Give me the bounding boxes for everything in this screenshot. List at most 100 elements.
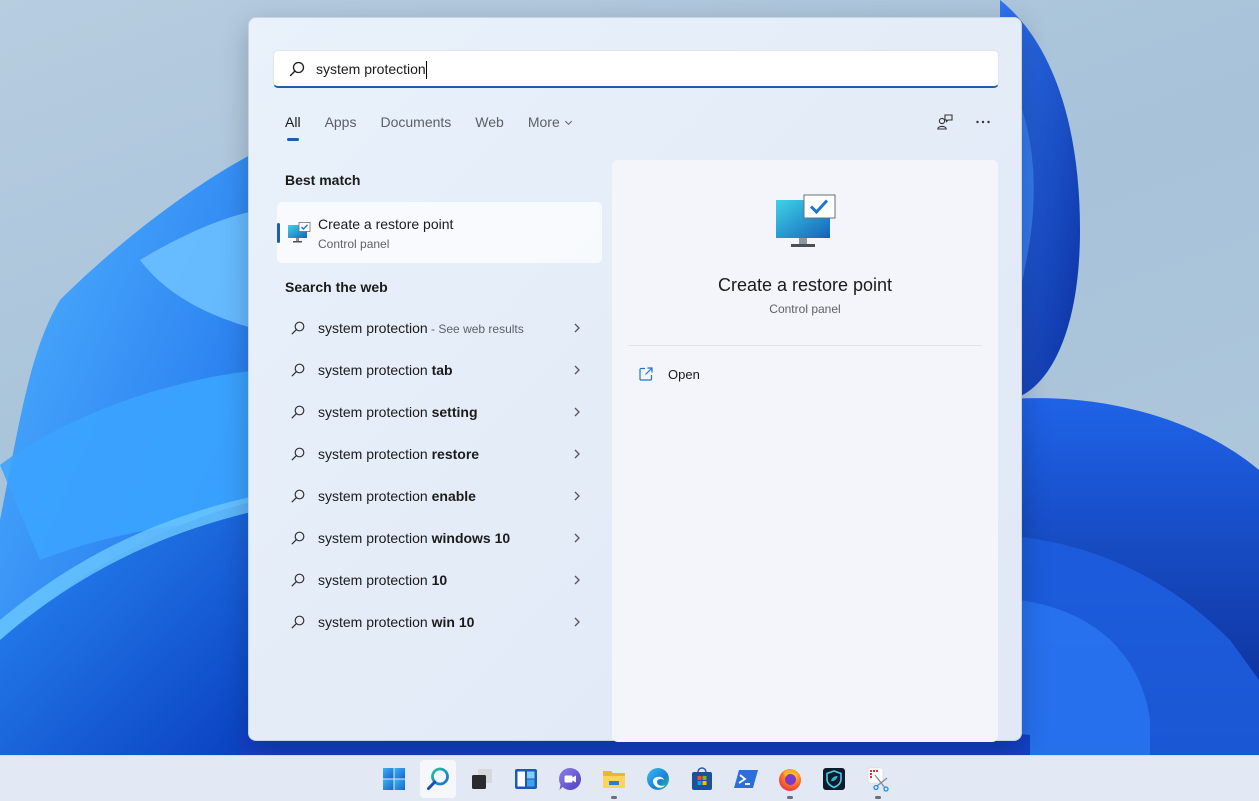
search-box[interactable] xyxy=(273,50,999,88)
suggestion-completion: windows 10 xyxy=(431,530,511,546)
widgets-icon xyxy=(515,769,537,789)
taskbar-edge[interactable] xyxy=(636,756,680,801)
edge-browser-icon xyxy=(647,768,669,790)
chevron-right-icon xyxy=(574,365,580,375)
taskbar-store[interactable] xyxy=(680,756,724,801)
web-suggestion-item[interactable]: system protection win 10 xyxy=(277,601,602,643)
web-suggestions-list: system protection - See web results syste… xyxy=(277,307,602,643)
preview-title: Create a restore point xyxy=(717,275,893,295)
search-icon xyxy=(291,447,305,461)
windows-start-icon xyxy=(383,768,405,790)
web-suggestion-item[interactable]: system protection windows 10 xyxy=(277,517,602,559)
suggestion-query: system protection xyxy=(318,572,432,588)
tab-label: Web xyxy=(475,114,504,130)
taskbar-pinned-apps xyxy=(372,756,900,801)
filter-tabs: All Apps Documents Web More xyxy=(285,114,597,141)
suggestion-text: system protection tab xyxy=(318,362,453,378)
suggestion-query: system protection xyxy=(318,530,432,546)
firefox-icon xyxy=(779,769,801,791)
text-caret xyxy=(426,61,427,79)
tab-apps[interactable]: Apps xyxy=(325,114,357,130)
tab-label: Apps xyxy=(324,114,357,130)
taskbar-powershell[interactable] xyxy=(724,756,768,801)
taskbar-firefox[interactable] xyxy=(768,756,812,801)
search-icon xyxy=(427,767,449,790)
search-icon xyxy=(291,363,305,377)
suggestion-completion: setting xyxy=(431,404,478,420)
taskbar-file-explorer[interactable] xyxy=(592,756,636,801)
best-match-heading: Best match xyxy=(285,172,361,188)
search-icon xyxy=(291,615,305,629)
tab-documents[interactable]: Documents xyxy=(380,114,451,130)
search-icon xyxy=(289,61,305,76)
tab-all[interactable]: All xyxy=(285,114,301,141)
web-suggestion-item[interactable]: system protection setting xyxy=(277,391,602,433)
shield-app-icon xyxy=(823,768,845,790)
taskbar-snipping-tool[interactable] xyxy=(856,756,900,801)
tab-web[interactable]: Web xyxy=(475,114,504,130)
web-suggestion-item[interactable]: system protection - See web results xyxy=(277,307,602,349)
search-icon xyxy=(291,573,305,587)
search-icon xyxy=(291,489,305,503)
taskbar-teams-chat[interactable] xyxy=(548,756,592,801)
restore-point-large-icon xyxy=(776,194,836,247)
chevron-down-icon xyxy=(564,120,572,125)
more-options-icon xyxy=(976,120,990,124)
taskbar-task-view[interactable] xyxy=(460,756,504,801)
taskbar-widgets[interactable] xyxy=(504,756,548,801)
suggestion-query: system protection xyxy=(318,614,432,630)
suggestion-text: system protection win 10 xyxy=(318,614,474,630)
best-match-result[interactable]: Create a restore point Control panel xyxy=(277,202,602,263)
web-suggestion-item[interactable]: system protection enable xyxy=(277,475,602,517)
result-preview-pane: Create a restore point Control panel Ope… xyxy=(612,160,998,742)
web-suggestion-item[interactable]: system protection restore xyxy=(277,433,602,475)
taskbar-shield-app[interactable] xyxy=(812,756,856,801)
selection-indicator xyxy=(277,223,280,243)
search-input[interactable] xyxy=(316,51,998,86)
taskbar xyxy=(0,755,1259,801)
suggestion-completion: enable xyxy=(431,488,476,504)
teams-chat-icon xyxy=(559,767,582,790)
search-icon xyxy=(291,405,305,419)
suggestion-text: system protection windows 10 xyxy=(318,530,510,546)
restore-point-icon xyxy=(288,222,311,243)
suggestion-completion: win 10 xyxy=(431,614,475,630)
search-icon xyxy=(291,321,305,335)
result-subtitle: Control panel xyxy=(318,237,390,251)
account-feedback-icon xyxy=(937,114,953,130)
account-feedback-button[interactable] xyxy=(935,112,955,132)
chevron-right-icon xyxy=(574,407,580,417)
open-label: Open xyxy=(668,366,700,382)
suggestion-text: system protection setting xyxy=(318,404,478,420)
tab-label: Documents xyxy=(380,114,452,130)
chevron-right-icon xyxy=(574,323,580,333)
suggestion-query: system protection xyxy=(318,320,428,336)
suggestion-text: system protection restore xyxy=(318,446,479,462)
tab-label: More xyxy=(527,114,560,130)
suggestion-text: system protection - See web results xyxy=(318,320,524,336)
running-indicator xyxy=(611,796,617,799)
open-button[interactable]: Open xyxy=(632,362,700,386)
running-indicator xyxy=(787,796,793,799)
snipping-tool-icon xyxy=(867,767,889,792)
more-options-button[interactable] xyxy=(973,112,993,132)
suggestion-text: system protection enable xyxy=(318,488,476,504)
preview-subtitle: Control panel xyxy=(769,302,841,316)
suggestion-hint: - See web results xyxy=(427,322,524,336)
tab-more[interactable]: More xyxy=(528,114,573,130)
powershell-icon xyxy=(734,770,758,788)
chevron-right-icon xyxy=(574,533,580,543)
chevron-right-icon xyxy=(574,575,580,585)
web-suggestion-item[interactable]: system protection 10 xyxy=(277,559,602,601)
chevron-right-icon xyxy=(574,449,580,459)
top-actions xyxy=(935,112,993,132)
tab-label: All xyxy=(285,114,301,130)
search-flyout: All Apps Documents Web More Best match xyxy=(248,17,1022,742)
folder-icon xyxy=(603,771,625,788)
task-view-icon xyxy=(472,769,492,789)
suggestion-text: system protection 10 xyxy=(318,572,447,588)
web-suggestion-item[interactable]: system protection tab xyxy=(277,349,602,391)
taskbar-start[interactable] xyxy=(372,756,416,801)
taskbar-search[interactable] xyxy=(416,756,460,801)
suggestion-query: system protection xyxy=(318,362,432,378)
